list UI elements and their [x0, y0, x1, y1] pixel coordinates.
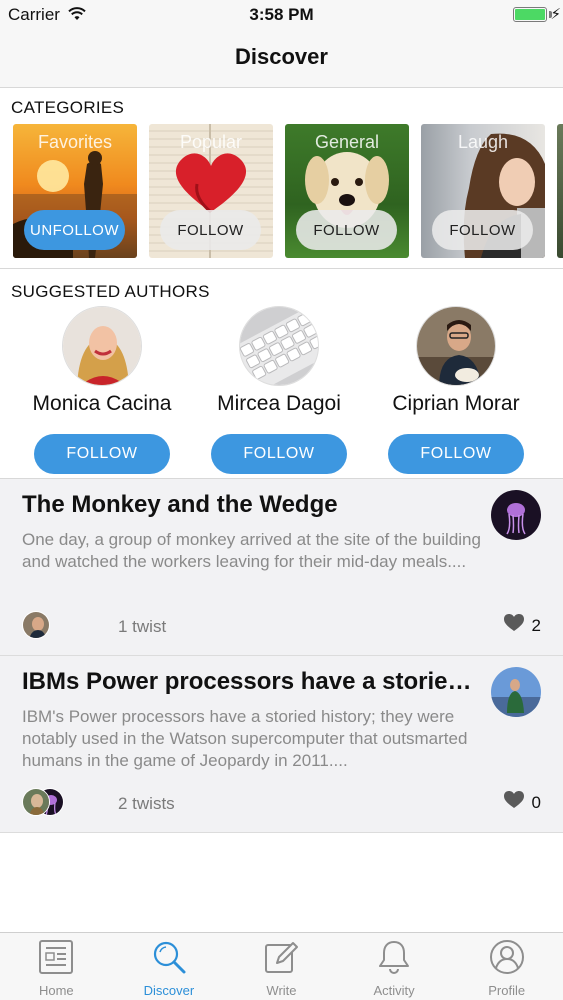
contributor-avatars: [22, 788, 82, 818]
status-bar: Carrier 3:58 PM ⚡︎: [0, 0, 563, 30]
avatar[interactable]: [416, 306, 496, 386]
like-count-value: 2: [531, 615, 541, 635]
tab-discover[interactable]: Discover: [113, 933, 226, 1000]
category-label: Popular: [179, 132, 243, 152]
tab-label: Write: [266, 983, 297, 998]
suggested-authors-heading: SUGGESTED AUTHORS: [11, 282, 210, 301]
contributor-avatars: [22, 611, 82, 641]
tab-activity[interactable]: Activity: [338, 933, 451, 1000]
follow-general-button[interactable]: FOLLOW: [296, 210, 397, 250]
unfollow-favorites-button[interactable]: UNFOLLOW: [24, 210, 125, 250]
category-card-laugh[interactable]: Laugh FOLLOW: [421, 124, 545, 258]
tab-home[interactable]: Home: [0, 933, 113, 1000]
bell-icon[interactable]: [376, 939, 412, 975]
tab-label: Discover: [143, 983, 195, 998]
story-excerpt: One day, a group of monkey arrived at th…: [22, 530, 481, 571]
charging-icon: ⚡︎: [550, 6, 561, 23]
tab-label: Home: [38, 983, 74, 998]
like-count[interactable]: 0: [503, 791, 541, 814]
tab-bar: Home Discover Write Activity Profile: [0, 932, 563, 1000]
page-title: Discover: [235, 44, 328, 69]
story-thumbnail[interactable]: [491, 667, 541, 717]
navigation-bar: Discover: [0, 30, 563, 88]
follow-author-button[interactable]: FOLLOW: [388, 434, 524, 474]
heart-icon[interactable]: [503, 614, 524, 637]
story-thumbnail[interactable]: [491, 490, 541, 540]
follow-laugh-button[interactable]: FOLLOW: [432, 210, 533, 250]
follow-author-button[interactable]: FOLLOW: [211, 434, 347, 474]
avatar[interactable]: [22, 611, 50, 639]
battery-icon: [513, 7, 547, 22]
story-title[interactable]: IBMs Power processors have a storied...: [22, 668, 482, 696]
divider: [0, 268, 563, 269]
clock: 3:58 PM: [249, 5, 314, 24]
author-name: Monica Cacina: [32, 392, 172, 415]
home-icon[interactable]: [38, 939, 74, 975]
profile-icon[interactable]: [489, 939, 525, 975]
category-label: Favorites: [37, 132, 113, 152]
follow-popular-button[interactable]: FOLLOW: [160, 210, 261, 250]
category-label: Laugh: [457, 132, 509, 152]
story-card[interactable]: The Monkey and the Wedge One day, a grou…: [0, 479, 563, 656]
category-card-favorites[interactable]: Favorites UNFOLLOW: [13, 124, 137, 258]
category-card-popular[interactable]: Popular FOLLOW: [149, 124, 273, 258]
avatar[interactable]: [239, 306, 319, 386]
tab-profile[interactable]: Profile: [450, 933, 563, 1000]
tab-label: Profile: [488, 983, 526, 998]
avatar[interactable]: [22, 788, 50, 816]
like-count[interactable]: 2: [503, 614, 541, 637]
search-icon[interactable]: [151, 939, 187, 975]
heart-icon[interactable]: [503, 791, 524, 814]
author-card: Ciprian Morar FOLLOW: [366, 306, 546, 474]
category-card-next[interactable]: [557, 124, 563, 258]
categories-carousel[interactable]: Favorites UNFOLLOW Popular FOLLOW Genera…: [13, 124, 563, 258]
author-card: Mircea Dagoi FOLLOW: [189, 306, 369, 474]
twist-count: 1 twist: [118, 617, 167, 636]
story-feed: The Monkey and the Wedge One day, a grou…: [0, 478, 563, 833]
author-name: Mircea Dagoi: [217, 392, 341, 415]
category-card-general[interactable]: General FOLLOW: [285, 124, 409, 258]
author-name: Ciprian Morar: [392, 392, 520, 415]
avatar[interactable]: [62, 306, 142, 386]
like-count-value: 0: [531, 792, 541, 812]
story-excerpt: IBM's Power processors have a storied hi…: [22, 707, 468, 770]
author-card: Monica Cacina FOLLOW: [12, 306, 192, 474]
tab-write[interactable]: Write: [225, 933, 338, 1000]
category-label: General: [314, 132, 380, 152]
twist-count: 2 twists: [118, 794, 175, 813]
suggested-authors: Monica Cacina FOLLOW Mircea Dagoi FOLLOW: [0, 306, 563, 478]
follow-author-button[interactable]: FOLLOW: [34, 434, 170, 474]
tab-label: Activity: [373, 983, 415, 998]
story-card[interactable]: IBMs Power processors have a storied... …: [0, 656, 563, 833]
pencil-icon[interactable]: [263, 939, 299, 975]
story-title[interactable]: The Monkey and the Wedge: [22, 491, 482, 519]
categories-heading: CATEGORIES: [11, 98, 125, 117]
